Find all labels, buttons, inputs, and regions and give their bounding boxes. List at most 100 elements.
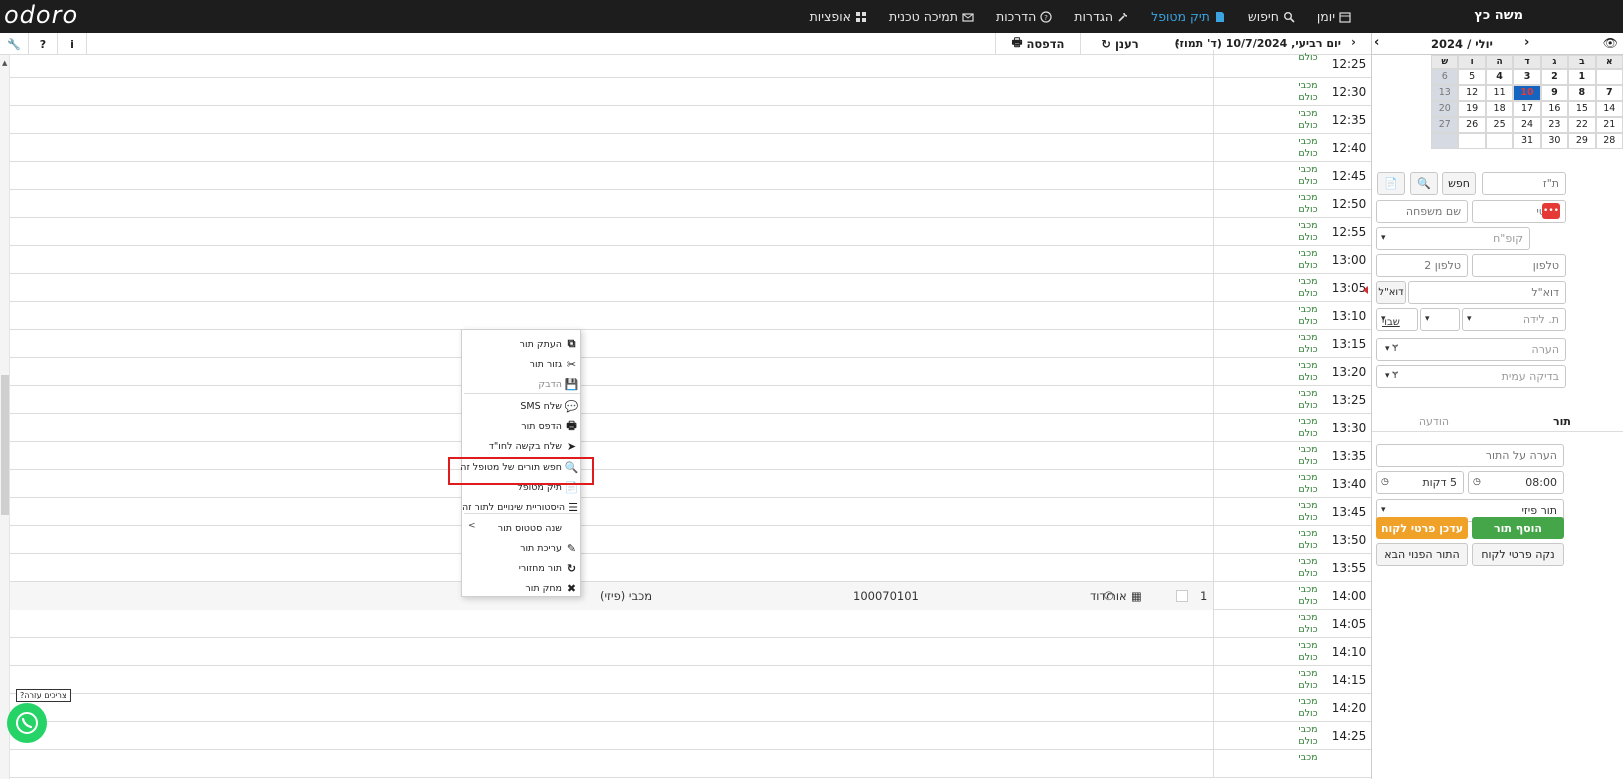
calendar-next-icon[interactable]: › — [1374, 35, 1379, 50]
calendar-day[interactable]: 19 — [1458, 101, 1486, 117]
schedule-row[interactable]: מכבי כולם 13:50 — [10, 526, 1371, 554]
menu-item-5[interactable]: ➤ שלח בקשה לחו"ד — [462, 436, 582, 456]
nav-support[interactable]: תמיכה טכנית — [889, 9, 974, 24]
nav-settings[interactable]: הגדרות — [1074, 9, 1129, 24]
appointment-slot[interactable] — [10, 106, 1213, 134]
schedule-row[interactable]: מכבי כולם 13:55 — [10, 554, 1371, 582]
appointment-slot[interactable] — [10, 190, 1213, 218]
appointment-slot[interactable] — [10, 302, 1213, 330]
birth-month-select[interactable]: ▾ — [1420, 308, 1460, 331]
schedule-row[interactable]: מכבי כולם 12:30 — [10, 78, 1371, 106]
nav-patient-file[interactable]: תיק מטופל — [1151, 9, 1226, 24]
schedule-row[interactable]: מכבי כולם 12:40 — [10, 134, 1371, 162]
schedule-row[interactable]: מכבי כולם 13:20 — [10, 358, 1371, 386]
appointment-slot[interactable] — [10, 134, 1213, 162]
appointment-slot[interactable] — [10, 274, 1213, 302]
search-icon[interactable]: 🔍 — [1410, 172, 1438, 195]
menu-item-12[interactable]: ✖ מחק תור — [462, 578, 582, 598]
schedule-row[interactable]: מכבי כולם 12:35 — [10, 106, 1371, 134]
birth-year-select[interactable]: ת. לידה ▾ — [1462, 308, 1566, 331]
menu-item-4[interactable]: 🖶 הדפס תור — [462, 416, 582, 436]
menu-item-11[interactable]: ↻ תור מחזורי — [462, 558, 582, 578]
schedule-row[interactable]: מכבי כולם 14:00 1 אור דוד 100070101 מכבי (פיזי… — [10, 582, 1371, 610]
calendar-day[interactable]: 16 — [1540, 101, 1569, 117]
calendar-day[interactable]: 6 — [1431, 69, 1459, 85]
schedule-row[interactable]: מכבי כולם 13:10 — [10, 302, 1371, 330]
appointment-slot[interactable] — [10, 162, 1213, 190]
menu-item-0[interactable]: ⧉ העתק תור — [462, 334, 582, 354]
calendar-day[interactable]: 3 — [1513, 69, 1541, 85]
appointment-note-input[interactable] — [1376, 444, 1564, 467]
appointment-slot[interactable] — [10, 414, 1213, 442]
calendar-day[interactable]: 7 — [1595, 85, 1623, 101]
appointment-slot[interactable] — [10, 78, 1213, 106]
menu-item-8[interactable]: ☰ היסטוריית שינויים לתור זה — [462, 497, 582, 517]
calendar-day[interactable]: 4 — [1485, 69, 1514, 85]
calendar-day[interactable]: 14 — [1595, 101, 1623, 117]
calendar-day[interactable]: 25 — [1485, 117, 1514, 133]
password-icon[interactable]: ••• — [1542, 203, 1560, 219]
calendar-day[interactable]: 21 — [1595, 117, 1623, 133]
schedule-row[interactable]: מכבי כולם 12:45 — [10, 162, 1371, 190]
calendar-day[interactable]: 2 — [1540, 69, 1569, 85]
appointment-slot[interactable] — [10, 638, 1213, 666]
schedule-row[interactable]: מכבי — [10, 750, 1371, 778]
schedule-row[interactable]: מכבי כולם 12:50 — [10, 190, 1371, 218]
schedule-row[interactable]: מכבי כולם 13:35 — [10, 442, 1371, 470]
schedule-row[interactable]: מכבי כולם 13:05 — [10, 274, 1371, 302]
schedule-row[interactable]: מכבי כולם 14:15 — [10, 666, 1371, 694]
calendar-day[interactable]: 26 — [1458, 117, 1486, 133]
calendar-day[interactable]: 18 — [1485, 101, 1514, 117]
nav-options[interactable]: אופציות — [810, 9, 867, 24]
next-free-button[interactable]: התור הפנוי הבא — [1376, 543, 1468, 566]
file-icon[interactable]: 📄 — [1377, 172, 1405, 195]
calendar-day[interactable]: 5 — [1458, 69, 1486, 85]
eye-icon[interactable]: 👁 — [1603, 36, 1618, 50]
appointment-slot[interactable] — [10, 330, 1213, 358]
menu-item-10[interactable]: ✎ עריכת תור — [462, 538, 582, 558]
collapse-arrow-icon[interactable] — [1363, 286, 1368, 294]
duration-field[interactable]: 5 דקות ◷ — [1376, 471, 1464, 494]
exam-select[interactable]: בדיקה עמית Ɏ ▾ — [1376, 365, 1566, 388]
appointment-slot[interactable] — [10, 246, 1213, 274]
calendar-day[interactable]: 22 — [1568, 117, 1596, 133]
whatsapp-button[interactable] — [7, 703, 47, 743]
email-input[interactable] — [1408, 281, 1566, 304]
menu-item-3[interactable]: 💬 שלח SMS — [462, 396, 582, 416]
nav-tutorials[interactable]: ? הדרכות — [996, 9, 1052, 24]
calendar-day[interactable]: 20 — [1431, 101, 1459, 117]
phone-input[interactable] — [1472, 254, 1566, 277]
appointment-slot[interactable] — [10, 610, 1213, 638]
appointment-slot[interactable] — [10, 50, 1213, 78]
calendar-day[interactable]: 12 — [1458, 85, 1486, 101]
appointment-slot[interactable] — [10, 526, 1213, 554]
calendar-day[interactable]: 8 — [1568, 85, 1596, 101]
calendar-prev-icon[interactable]: ‹ — [1524, 35, 1529, 50]
tab-message[interactable]: הודעה — [1374, 412, 1494, 432]
calendar-day[interactable]: 23 — [1540, 117, 1569, 133]
appointment-slot[interactable] — [10, 358, 1213, 386]
appointment-slot[interactable] — [10, 554, 1213, 582]
appointment-slot[interactable] — [10, 470, 1213, 498]
note-select[interactable]: הערה Ɏ ▾ — [1376, 338, 1566, 361]
schedule-row[interactable]: מכבי כולם 13:25 — [10, 386, 1371, 414]
calendar-day[interactable]: 24 — [1513, 117, 1541, 133]
schedule-row[interactable]: מכבי כולם 13:45 — [10, 498, 1371, 526]
schedule-row[interactable]: מכבי כולם 13:30 — [10, 414, 1371, 442]
calendar-day[interactable]: 11 — [1485, 85, 1514, 101]
add-appointment-button[interactable]: הוסף תור — [1472, 517, 1564, 539]
appointment-slot[interactable] — [10, 498, 1213, 526]
date-prev-icon[interactable]: ‹ — [1351, 35, 1356, 49]
calendar-day[interactable]: 30 — [1540, 133, 1569, 149]
menu-item-2[interactable]: 💾 הדבק — [462, 374, 582, 394]
update-customer-button[interactable]: עדכן פרטי לקוח — [1376, 517, 1468, 539]
email-button[interactable]: דוא"ל — [1376, 281, 1406, 304]
nav-calendar[interactable]: יומן — [1317, 9, 1351, 24]
schedule-row[interactable]: מכבי כולם 13:00 — [10, 246, 1371, 274]
schedule-row[interactable]: מכבי כולם 12:55 — [10, 218, 1371, 246]
calendar-day[interactable]: 1 — [1568, 69, 1596, 85]
appointment-slot[interactable] — [10, 218, 1213, 246]
calendar-day[interactable]: 17 — [1513, 101, 1541, 117]
scroll-up-icon[interactable]: ▲ — [2, 59, 7, 67]
phone-icon[interactable]: ✆ — [1104, 589, 1114, 603]
